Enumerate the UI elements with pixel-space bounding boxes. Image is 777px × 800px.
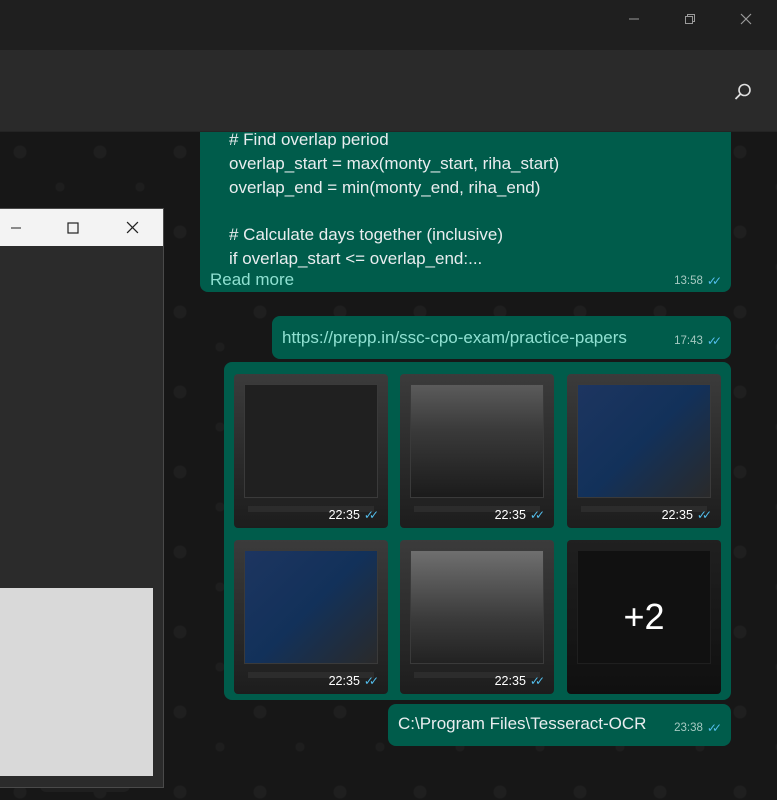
photo-preview <box>577 384 711 498</box>
title-bar <box>0 0 777 50</box>
read-receipt-icon: ✓✓ <box>363 674 379 688</box>
chat-header <box>0 50 777 132</box>
photo-thumbnail[interactable]: 22:35 ✓✓ <box>234 540 388 694</box>
photo-thumbnail[interactable]: 22:35 ✓✓ <box>400 374 554 528</box>
path-message: C:\Program Files\Tesseract-OCR 23:38 ✓✓ <box>388 704 731 746</box>
close-icon <box>126 221 138 234</box>
code-line: if overlap_start <= overlap_end:... <box>229 249 483 268</box>
overlay-window-titlebar <box>0 209 163 246</box>
code-line: overlap_start = max(monty_start, riha_st… <box>229 154 560 173</box>
more-photos-count: +2 <box>567 540 721 694</box>
search-button[interactable] <box>729 78 757 106</box>
minimize-icon <box>629 18 639 20</box>
close-icon <box>740 13 752 25</box>
photo-preview <box>410 550 544 664</box>
minimize-button[interactable] <box>606 0 662 38</box>
overlay-window-panel <box>0 588 153 776</box>
restore-icon <box>685 14 695 24</box>
message-time: 17:43 <box>674 335 703 347</box>
photo-time: 22:35 <box>494 508 526 522</box>
close-button[interactable] <box>718 0 774 38</box>
photo-album-message: 22:35 ✓✓ 22:35 ✓✓ 22:35 ✓✓ 22:35 ✓✓ 22:35 ✓✓ … <box>224 362 731 700</box>
photo-preview <box>244 550 378 664</box>
photo-preview <box>410 384 544 498</box>
code-line: # Calculate days together (inclusive) <box>229 225 504 244</box>
message-time: 13:58 <box>674 275 703 287</box>
restore-button[interactable] <box>662 0 718 38</box>
photo-time: 22:35 <box>328 508 360 522</box>
read-receipt-icon: ✓✓ <box>529 674 545 688</box>
photo-thumbnail[interactable]: 22:35 ✓✓ <box>234 374 388 528</box>
message-time: 23:38 <box>674 722 703 734</box>
photo-thumbnail[interactable]: 22:35 ✓✓ <box>567 374 721 528</box>
message-link[interactable]: https://prepp.in/ssc-cpo-exam/practice-p… <box>282 328 627 348</box>
more-photos-thumbnail[interactable]: +2 <box>567 540 721 694</box>
photo-thumbnail[interactable]: 22:35 ✓✓ <box>400 540 554 694</box>
read-more-link[interactable]: Read more <box>210 270 294 290</box>
overlay-window[interactable] <box>0 208 164 788</box>
read-receipt-icon: ✓✓ <box>529 508 545 522</box>
overlay-minimize-button[interactable] <box>0 209 38 246</box>
code-line: overlap_end = min(monty_end, riha_end) <box>229 178 541 197</box>
message-meta: 17:43 ✓✓ <box>674 334 722 348</box>
overlay-close-button[interactable] <box>110 209 154 246</box>
read-receipt-icon: ✓✓ <box>363 508 379 522</box>
search-icon <box>734 83 751 100</box>
code-line: # Find overlap period <box>229 132 389 149</box>
link-message: https://prepp.in/ssc-cpo-exam/practice-p… <box>272 316 731 359</box>
minimize-icon <box>11 227 21 228</box>
message-meta: 13:58 ✓✓ <box>674 274 722 288</box>
read-receipt-icon: ✓✓ <box>706 721 722 735</box>
photo-preview <box>244 384 378 498</box>
read-receipt-icon: ✓✓ <box>706 274 722 288</box>
overlay-maximize-button[interactable] <box>51 209 95 246</box>
read-receipt-icon: ✓✓ <box>706 334 722 348</box>
photo-time: 22:35 <box>494 674 526 688</box>
message-text: C:\Program Files\Tesseract-OCR <box>398 714 647 733</box>
photo-time: 22:35 <box>328 674 360 688</box>
photo-time: 22:35 <box>661 508 693 522</box>
maximize-icon <box>67 221 79 234</box>
read-receipt-icon: ✓✓ <box>696 508 712 522</box>
message-meta: 23:38 ✓✓ <box>674 721 722 735</box>
code-message: # Find overlap period overlap_start = ma… <box>200 132 731 292</box>
